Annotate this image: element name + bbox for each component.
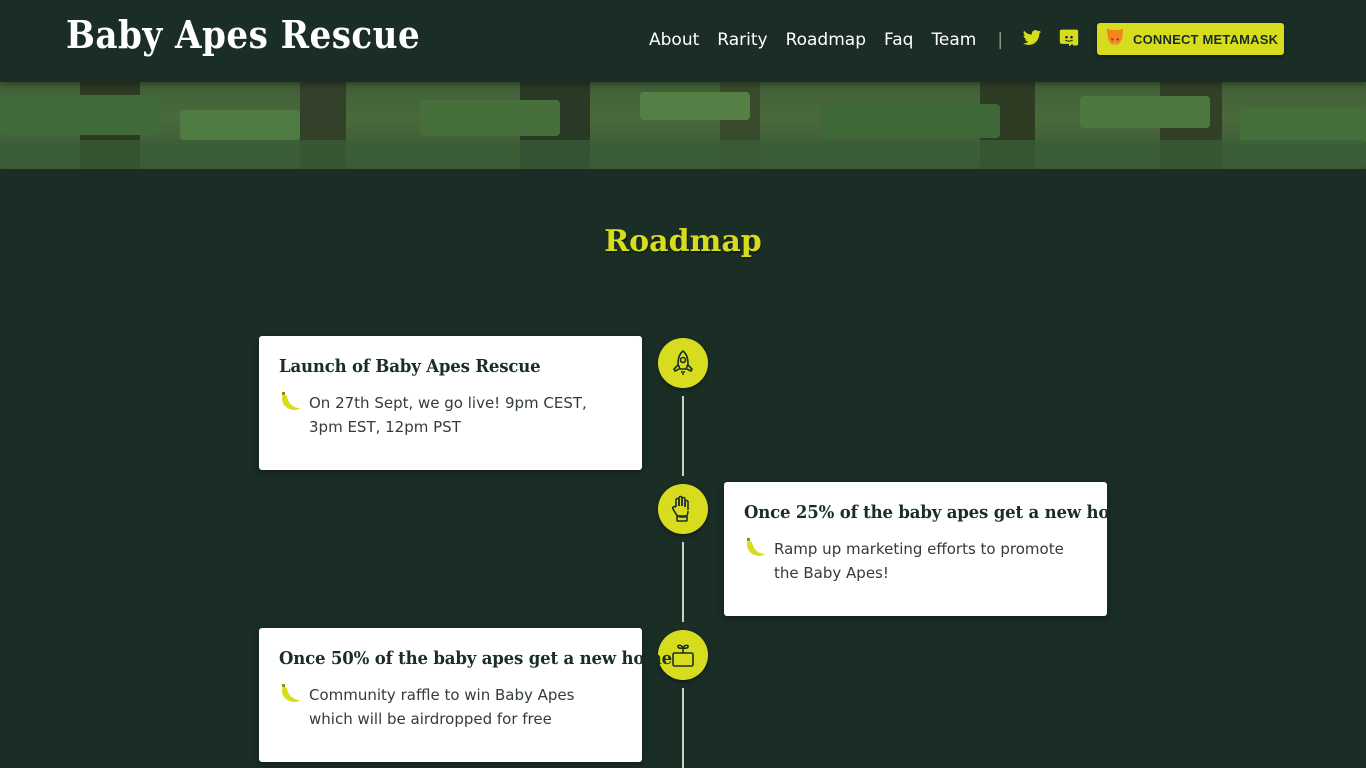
timeline-connector [682,688,684,768]
top-navbar: Baby Apes Rescue About Rarity Roadmap Fa… [0,0,1366,82]
milestone-title: Launch of Baby Apes Rescue [279,356,541,377]
nav-link-roadmap[interactable]: Roadmap [786,30,866,50]
nav-link-team[interactable]: Team [931,30,976,50]
milestone-title: Once 50% of the baby apes get a new home [279,648,672,669]
twitter-icon[interactable] [1022,28,1042,48]
banana-icon [744,537,766,559]
nav-link-faq[interactable]: Faq [884,30,913,50]
banana-icon [279,683,301,705]
milestone-description: Ramp up marketing efforts to promote the… [774,540,1064,582]
rocket-icon [658,338,708,388]
connect-metamask-label: CONNECT METAMASK [1133,31,1279,47]
metamask-fox-icon [1105,28,1125,50]
nav-link-about[interactable]: About [649,30,699,50]
connect-metamask-button[interactable]: CONNECT METAMASK [1097,23,1284,55]
nav-links: About Rarity Roadmap Faq Team | [640,30,1013,50]
timeline-connector [682,542,684,622]
roadmap-card-50-percent: Once 50% of the baby apes get a new home… [259,628,672,762]
milestone-title: Once 25% of the baby apes get a new home [744,502,1137,523]
nav-link-rarity[interactable]: Rarity [717,30,767,50]
roadmap-card-launch: Launch of Baby Apes Rescue On 27th Sept,… [259,336,642,470]
milestone-description: On 27th Sept, we go live! 9pm CEST, 3pm … [309,394,587,436]
brand-logo[interactable]: Baby Apes Rescue [66,12,420,57]
roadmap-card-25-percent: Once 25% of the baby apes get a new home… [724,482,1137,616]
raised-hand-icon [658,484,708,534]
nav-separator: | [997,30,1004,50]
banana-icon [279,391,301,413]
discord-icon[interactable] [1059,28,1079,48]
roadmap-title: Roadmap [604,224,762,259]
timeline-connector [682,396,684,476]
milestone-description: Community raffle to win Baby Apes which … [309,686,575,728]
